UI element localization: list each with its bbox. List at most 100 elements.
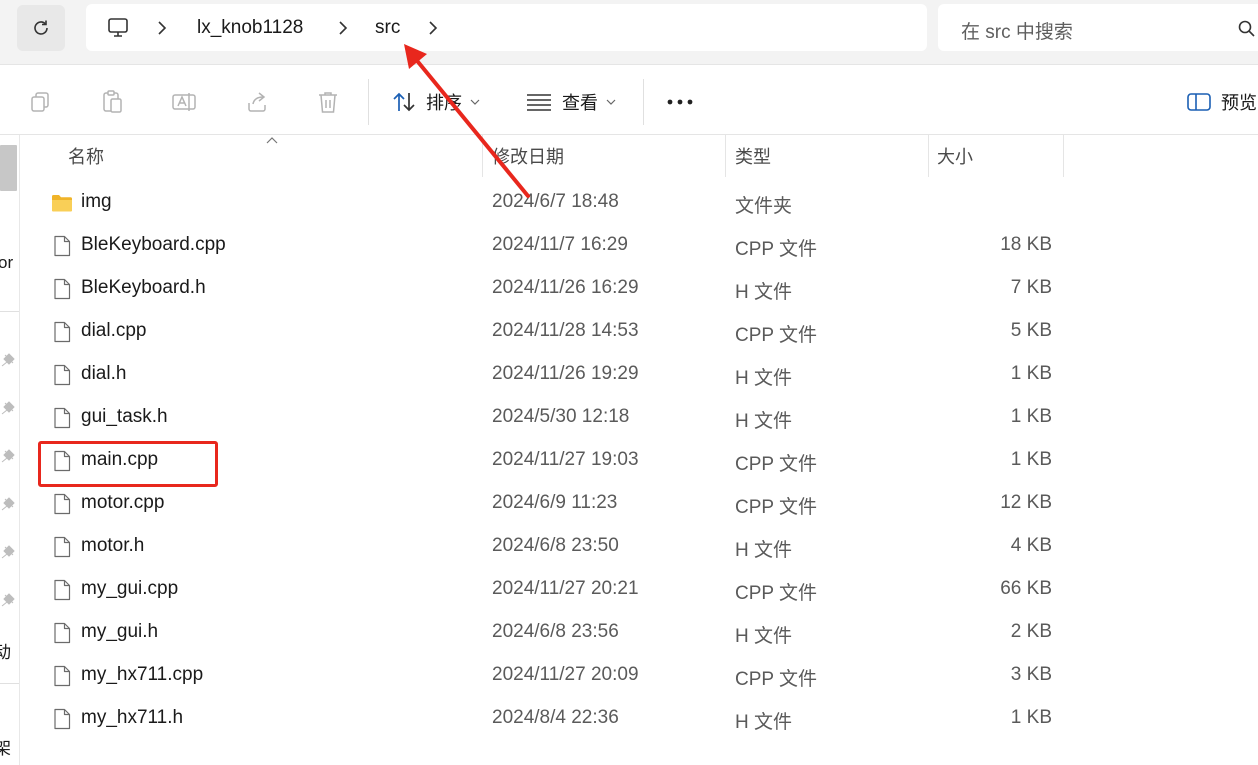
file-icon bbox=[51, 364, 73, 386]
file-name: motor.cpp bbox=[81, 492, 165, 513]
file-icon bbox=[51, 708, 73, 730]
see-more-button[interactable] bbox=[667, 85, 693, 119]
address-bar[interactable]: lx_knob1128 src bbox=[86, 4, 927, 51]
view-label: 查看 bbox=[562, 93, 598, 113]
nav-divider bbox=[0, 311, 19, 312]
sort-icon bbox=[393, 92, 415, 112]
file-type: H 文件 bbox=[735, 626, 793, 647]
file-type: H 文件 bbox=[735, 540, 793, 561]
file-type: CPP 文件 bbox=[735, 239, 818, 260]
file-type: CPP 文件 bbox=[735, 669, 818, 690]
file-name: BleKeyboard.h bbox=[81, 277, 206, 298]
file-icon bbox=[51, 321, 73, 343]
search-box[interactable]: 在 src 中搜索 bbox=[938, 4, 1258, 51]
file-size: 1 KB bbox=[1010, 449, 1052, 470]
share-icon[interactable] bbox=[243, 88, 271, 116]
file-row[interactable]: BleKeyboard.cpp 2024/11/7 16:29 CPP 文件 18 K… bbox=[20, 224, 1258, 267]
chevron-down-icon bbox=[606, 99, 616, 105]
copy-icon[interactable] bbox=[26, 88, 54, 116]
file-icon bbox=[51, 235, 73, 257]
file-name: dial.cpp bbox=[81, 320, 147, 341]
breadcrumb-chevron-icon[interactable] bbox=[336, 19, 350, 37]
column-header-type[interactable]: 类型 bbox=[735, 135, 771, 177]
file-size: 12 KB bbox=[1000, 492, 1052, 513]
file-list: 名称 修改日期 类型 大小 img 2024/6/7 18:48 文件夹 BleKey… bbox=[20, 135, 1258, 765]
file-icon bbox=[51, 493, 73, 515]
file-type: H 文件 bbox=[735, 411, 793, 432]
column-header-name[interactable]: 名称 bbox=[68, 135, 104, 177]
file-row[interactable]: gui_task.h 2024/5/30 12:18 H 文件 1 KB bbox=[20, 396, 1258, 439]
rename-icon[interactable] bbox=[170, 88, 198, 116]
file-row[interactable]: dial.h 2024/11/26 19:29 H 文件 1 KB bbox=[20, 353, 1258, 396]
file-row[interactable]: my_hx711.h 2024/8/4 22:36 H 文件 1 KB bbox=[20, 697, 1258, 740]
file-modified-date: 2024/6/8 23:50 bbox=[492, 535, 619, 556]
file-modified-date: 2024/11/27 20:09 bbox=[492, 664, 639, 685]
breadcrumb-chevron-icon[interactable] bbox=[426, 19, 440, 37]
file-name: my_hx711.h bbox=[81, 707, 184, 728]
nav-divider bbox=[0, 683, 19, 684]
file-size: 7 KB bbox=[1010, 277, 1052, 298]
breadcrumb-src[interactable]: src bbox=[375, 16, 400, 40]
sort-button[interactable]: 排序 bbox=[392, 85, 480, 119]
file-modified-date: 2024/8/4 22:36 bbox=[492, 707, 619, 728]
refresh-icon bbox=[34, 20, 48, 35]
nav-item-fragment[interactable]: 架 bbox=[0, 734, 11, 759]
file-type: H 文件 bbox=[735, 712, 793, 733]
column-separator[interactable] bbox=[482, 135, 483, 177]
file-size: 2 KB bbox=[1010, 621, 1052, 642]
file-modified-date: 2024/11/7 16:29 bbox=[492, 234, 628, 255]
nav-item-fragment[interactable]: or bbox=[0, 253, 13, 273]
file-row[interactable]: my_gui.cpp 2024/11/27 20:21 CPP 文件 66 KB bbox=[20, 568, 1258, 611]
file-name: BleKeyboard.cpp bbox=[81, 234, 226, 255]
column-header-modified[interactable]: 修改日期 bbox=[492, 135, 564, 177]
file-icon bbox=[51, 407, 73, 429]
column-separator[interactable] bbox=[725, 135, 726, 177]
file-size: 3 KB bbox=[1010, 664, 1052, 685]
file-row[interactable]: motor.cpp 2024/6/9 11:23 CPP 文件 12 KB bbox=[20, 482, 1258, 525]
breadcrumb-lx-knob1128[interactable]: lx_knob1128 bbox=[197, 16, 303, 40]
file-row[interactable]: dial.cpp 2024/11/28 14:53 CPP 文件 5 KB bbox=[20, 310, 1258, 353]
file-name: my_gui.h bbox=[81, 621, 159, 642]
chevron-down-icon bbox=[470, 99, 480, 105]
more-icon bbox=[667, 99, 693, 105]
file-row[interactable]: img 2024/6/7 18:48 文件夹 bbox=[20, 181, 1258, 224]
delete-icon[interactable] bbox=[314, 88, 342, 116]
file-type: 文件夹 bbox=[735, 196, 793, 217]
command-separator bbox=[643, 79, 644, 125]
file-size: 66 KB bbox=[1000, 578, 1052, 599]
paste-icon[interactable] bbox=[98, 88, 126, 116]
preview-pane-button[interactable]: 预览 bbox=[1187, 85, 1257, 119]
preview-label: 预览 bbox=[1221, 93, 1257, 113]
command-bar: 排序 查看 预览 bbox=[0, 64, 1258, 135]
folder-icon bbox=[51, 192, 73, 214]
file-name: gui_task.h bbox=[81, 406, 168, 427]
this-pc-icon[interactable] bbox=[106, 16, 130, 40]
column-separator[interactable] bbox=[928, 135, 929, 177]
file-row[interactable]: main.cpp 2024/11/27 19:03 CPP 文件 1 KB bbox=[20, 439, 1258, 482]
file-modified-date: 2024/11/27 20:21 bbox=[492, 578, 639, 599]
file-size: 5 KB bbox=[1010, 320, 1052, 341]
file-modified-date: 2024/11/26 16:29 bbox=[492, 277, 639, 298]
view-button[interactable]: 查看 bbox=[526, 85, 616, 119]
column-header-size[interactable]: 大小 bbox=[937, 135, 973, 177]
nav-scrollbar-thumb[interactable] bbox=[0, 145, 17, 191]
search-input[interactable]: 在 src 中搜索 bbox=[961, 17, 1073, 44]
file-icon bbox=[51, 579, 73, 601]
file-name: my_gui.cpp bbox=[81, 578, 179, 599]
file-row[interactable]: my_hx711.cpp 2024/11/27 20:09 CPP 文件 3 KB bbox=[20, 654, 1258, 697]
sort-ascending-icon bbox=[266, 137, 278, 144]
sort-label: 排序 bbox=[426, 93, 462, 113]
file-type: H 文件 bbox=[735, 368, 793, 389]
breadcrumb-chevron-icon[interactable] bbox=[155, 19, 169, 37]
column-separator[interactable] bbox=[1063, 135, 1064, 177]
refresh-button[interactable] bbox=[17, 5, 65, 51]
nav-item-fragment[interactable]: 动 bbox=[0, 638, 11, 663]
file-size: 1 KB bbox=[1010, 363, 1052, 384]
pin-icon bbox=[1, 593, 15, 607]
file-row[interactable]: BleKeyboard.h 2024/11/26 16:29 H 文件 7 KB bbox=[20, 267, 1258, 310]
file-row[interactable]: my_gui.h 2024/6/8 23:56 H 文件 2 KB bbox=[20, 611, 1258, 654]
file-type: H 文件 bbox=[735, 282, 793, 303]
navigation-pane[interactable]: or 动 架 bbox=[0, 135, 20, 765]
file-row[interactable]: motor.h 2024/6/8 23:50 H 文件 4 KB bbox=[20, 525, 1258, 568]
pin-icon bbox=[1, 497, 15, 511]
